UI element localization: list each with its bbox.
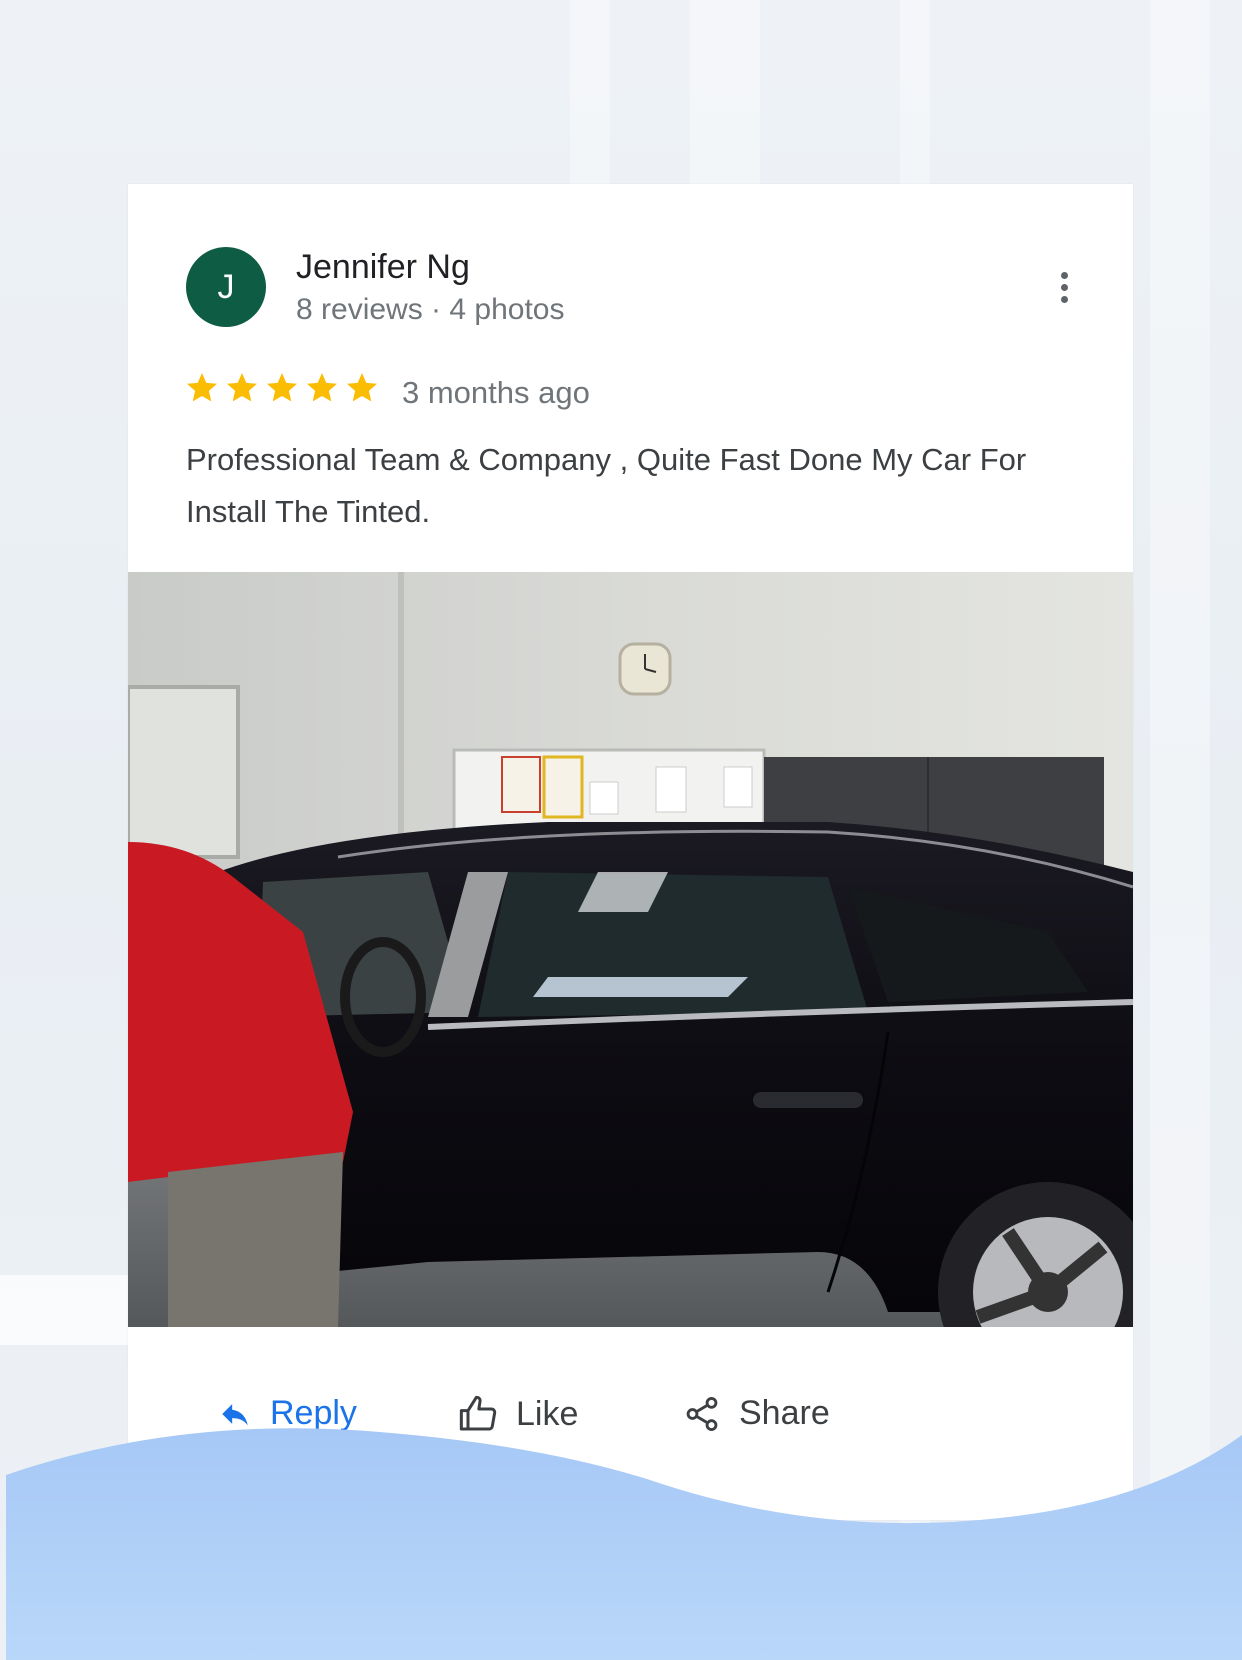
background-block bbox=[0, 1275, 130, 1345]
star-icon bbox=[347, 373, 377, 402]
car-photo-illustration bbox=[128, 572, 1133, 1327]
star-icon bbox=[187, 373, 217, 402]
star-icon bbox=[227, 373, 257, 402]
background-stripe bbox=[1150, 0, 1210, 1660]
decorative-wave bbox=[6, 1428, 1242, 1660]
review-text: Professional Team & Company , Quite Fast… bbox=[186, 442, 1027, 529]
star-icon bbox=[267, 373, 297, 402]
review-card: J Jennifer Ng 8 reviews · 4 photos 3 mon… bbox=[128, 184, 1133, 1520]
star-rating bbox=[184, 370, 380, 406]
author-name[interactable]: Jennifer Ng bbox=[296, 248, 470, 287]
review-photo[interactable] bbox=[128, 572, 1133, 1327]
star-icon bbox=[307, 373, 337, 402]
review-time: 3 months ago bbox=[402, 375, 590, 410]
avatar[interactable]: J bbox=[186, 247, 266, 327]
author-meta: 8 reviews · 4 photos bbox=[296, 293, 565, 326]
more-options-button[interactable] bbox=[1044, 268, 1084, 308]
